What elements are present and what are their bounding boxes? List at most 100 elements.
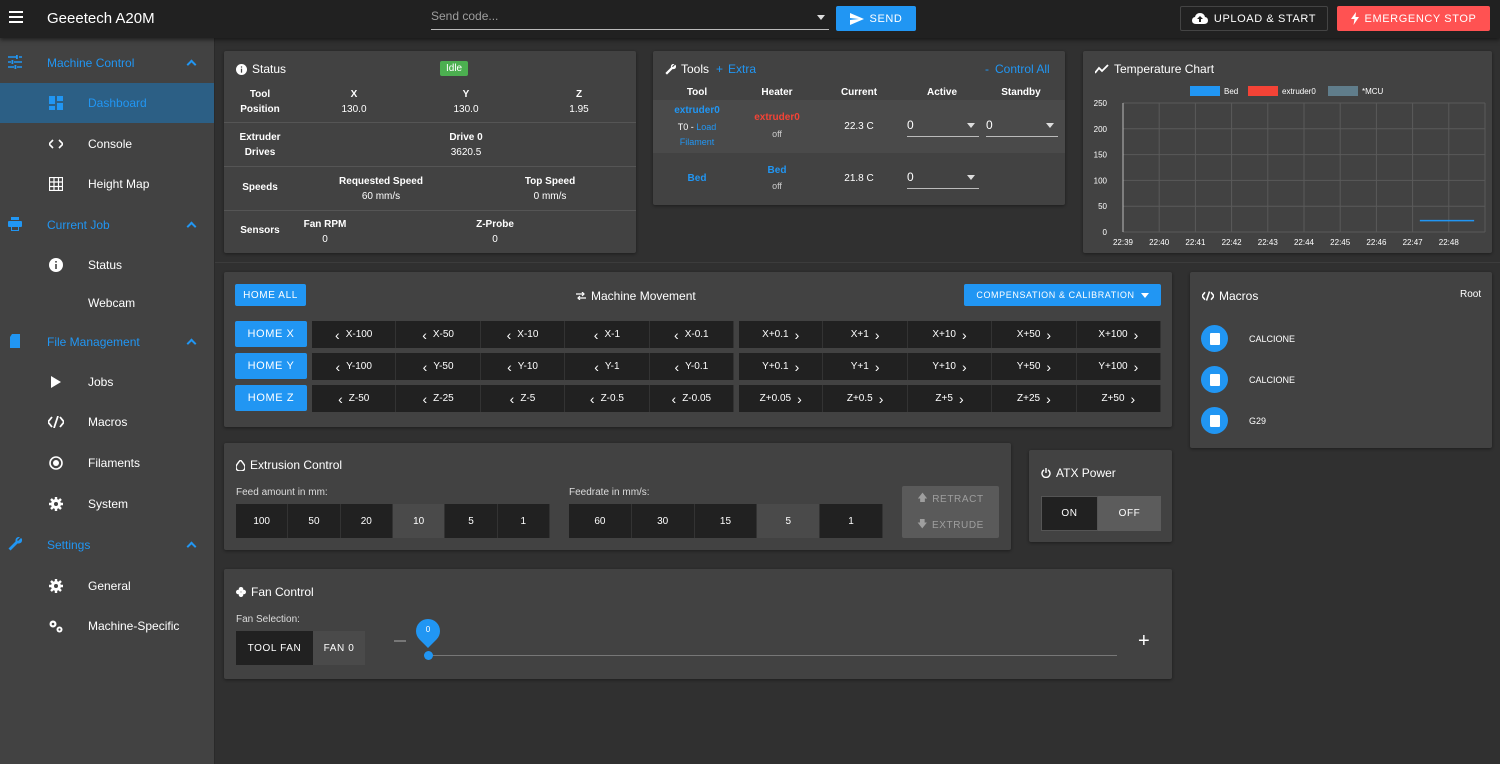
move-button[interactable]: Z+25 › bbox=[992, 385, 1077, 412]
atx-on-button[interactable]: ON bbox=[1041, 496, 1098, 531]
move-button[interactable]: ‹ X-1 bbox=[565, 321, 650, 348]
feedrate-option[interactable]: 60 bbox=[569, 504, 632, 538]
move-button[interactable]: Z+0.05 › bbox=[739, 385, 824, 412]
nav-group-settings[interactable]: Settings bbox=[0, 525, 215, 565]
chevron-up-icon[interactable] bbox=[186, 59, 197, 70]
sidebar-item-filaments[interactable]: Filaments bbox=[0, 443, 214, 483]
macro-item[interactable]: CALCIONE bbox=[1249, 334, 1295, 344]
sidebar-item-height-map[interactable]: Height Map bbox=[0, 164, 214, 204]
move-button[interactable]: Z+50 › bbox=[1076, 385, 1162, 412]
feedrate-option[interactable]: 1 bbox=[820, 504, 883, 538]
move-button[interactable]: ‹ Y-50 bbox=[396, 353, 481, 380]
move-button[interactable]: X+100 › bbox=[1076, 321, 1162, 348]
file-icon[interactable] bbox=[1201, 407, 1228, 434]
control-all-button[interactable]: - Control All bbox=[985, 62, 1050, 76]
macro-item[interactable]: G29 bbox=[1249, 416, 1266, 426]
home-all-button[interactable]: HOME ALL bbox=[235, 284, 306, 306]
feed-amount-option[interactable]: 20 bbox=[340, 504, 393, 538]
sidebar-item-status[interactable]: Status bbox=[0, 245, 214, 285]
increase-icon[interactable]: + bbox=[1138, 631, 1150, 651]
chevron-down-icon[interactable] bbox=[1046, 123, 1054, 128]
filament-link[interactable]: Filament bbox=[662, 137, 732, 147]
chevron-up-icon[interactable] bbox=[186, 221, 197, 232]
sidebar-item-console[interactable]: Console bbox=[0, 124, 214, 164]
extra-button[interactable]: + Extra bbox=[716, 62, 756, 76]
move-button[interactable]: ‹ X-0.1 bbox=[649, 321, 735, 348]
nav-group-current-job[interactable]: Current Job bbox=[0, 205, 215, 245]
move-button[interactable]: ‹ Y-0.1 bbox=[649, 353, 735, 380]
sidebar-item-macros[interactable]: Macros bbox=[0, 402, 214, 442]
move-button[interactable]: ‹ Y-1 bbox=[565, 353, 650, 380]
move-button[interactable]: Y+10 › bbox=[907, 353, 993, 380]
move-button[interactable]: X+0.1 › bbox=[739, 321, 824, 348]
chevron-down-icon[interactable] bbox=[967, 175, 975, 180]
sidebar-item-dashboard[interactable]: Dashboard bbox=[0, 83, 214, 123]
fan0-button[interactable]: FAN 0 bbox=[313, 631, 365, 665]
home-y-button[interactable]: HOME Y bbox=[235, 353, 307, 379]
load-filament-link[interactable]: Load bbox=[696, 122, 716, 132]
file-icon[interactable] bbox=[1201, 325, 1228, 352]
move-button[interactable]: ‹ X-100 bbox=[312, 321, 397, 348]
move-button[interactable]: X+50 › bbox=[992, 321, 1077, 348]
chevron-down-icon[interactable] bbox=[967, 123, 975, 128]
tool-extruder0-link[interactable]: extruder0 bbox=[662, 105, 732, 116]
send-code-field[interactable] bbox=[431, 8, 829, 30]
active-temp-select[interactable]: 0 bbox=[907, 115, 979, 137]
move-button[interactable]: Z+5 › bbox=[907, 385, 993, 412]
chevron-down-icon[interactable] bbox=[817, 15, 825, 20]
active-temp-select[interactable]: 0 bbox=[907, 167, 979, 189]
retract-button[interactable]: 🡅 RETRACT bbox=[902, 486, 999, 512]
emergency-stop-button[interactable]: EMERGENCY STOP bbox=[1337, 6, 1490, 31]
macros-root-breadcrumb[interactable]: Root bbox=[1460, 289, 1481, 300]
tool-fan-button[interactable]: TOOL FAN bbox=[236, 631, 313, 665]
move-button[interactable]: Z+0.5 › bbox=[823, 385, 908, 412]
fan-slider-thumb[interactable] bbox=[424, 651, 433, 660]
extrude-button[interactable]: 🡇 EXTRUDE bbox=[902, 512, 999, 538]
move-button[interactable]: ‹ Z-25 bbox=[396, 385, 481, 412]
sidebar-item-jobs[interactable]: Jobs bbox=[0, 362, 214, 402]
move-button[interactable]: ‹ X-50 bbox=[396, 321, 481, 348]
move-button[interactable]: ‹ Y-10 bbox=[480, 353, 566, 380]
file-icon[interactable] bbox=[1201, 366, 1228, 393]
macro-item[interactable]: CALCIONE bbox=[1249, 375, 1295, 385]
menu-icon[interactable] bbox=[9, 11, 23, 23]
sidebar-item-general[interactable]: General bbox=[0, 566, 214, 606]
feedrate-option[interactable]: 15 bbox=[694, 504, 758, 538]
sidebar-item-machine-specific[interactable]: Machine-Specific bbox=[0, 606, 214, 646]
move-button[interactable]: X+10 › bbox=[907, 321, 993, 348]
fan-slider-track[interactable] bbox=[428, 655, 1117, 656]
move-button[interactable]: Y+50 › bbox=[992, 353, 1077, 380]
sidebar-item-system[interactable]: System bbox=[0, 484, 214, 524]
nav-group-file-management[interactable]: File Management bbox=[0, 322, 215, 362]
standby-temp-select[interactable]: 0 bbox=[986, 115, 1058, 137]
feedrate-option[interactable]: 5 bbox=[757, 504, 821, 538]
home-x-button[interactable]: HOME X bbox=[235, 321, 307, 347]
move-button[interactable]: X+1 › bbox=[823, 321, 908, 348]
chevron-up-icon[interactable] bbox=[186, 541, 197, 552]
sidebar-item-webcam[interactable]: Webcam bbox=[0, 283, 214, 323]
chevron-up-icon[interactable] bbox=[186, 338, 197, 349]
decrease-icon[interactable] bbox=[394, 640, 406, 642]
move-button[interactable]: ‹ Z-50 bbox=[312, 385, 397, 412]
nav-group-machine-control[interactable]: Machine Control bbox=[0, 43, 215, 83]
heater-extruder0[interactable]: extruder0 bbox=[747, 112, 807, 123]
feed-amount-option[interactable]: 100 bbox=[236, 504, 289, 538]
move-button[interactable]: ‹ Z-0.5 bbox=[565, 385, 650, 412]
feed-amount-option[interactable]: 10 bbox=[392, 504, 446, 538]
move-button[interactable]: ‹ Z-0.05 bbox=[649, 385, 735, 412]
send-button[interactable]: SEND bbox=[836, 6, 916, 31]
feed-amount-option[interactable]: 50 bbox=[288, 504, 341, 538]
feedrate-option[interactable]: 30 bbox=[631, 504, 695, 538]
upload-and-start-button[interactable]: UPLOAD & START bbox=[1180, 6, 1328, 31]
move-button[interactable]: ‹ Y-100 bbox=[312, 353, 397, 380]
send-code-input[interactable] bbox=[431, 9, 811, 23]
tool-bed-link[interactable]: Bed bbox=[672, 173, 722, 184]
move-button[interactable]: Y+1 › bbox=[823, 353, 908, 380]
move-button[interactable]: ‹ Z-5 bbox=[480, 385, 566, 412]
move-button[interactable]: ‹ X-10 bbox=[480, 321, 566, 348]
move-button[interactable]: Y+0.1 › bbox=[739, 353, 824, 380]
feed-amount-option[interactable]: 5 bbox=[445, 504, 498, 538]
move-button[interactable]: Y+100 › bbox=[1076, 353, 1162, 380]
compensation-calibration-button[interactable]: COMPENSATION & CALIBRATION bbox=[964, 284, 1161, 306]
heater-bed[interactable]: Bed bbox=[747, 165, 807, 176]
